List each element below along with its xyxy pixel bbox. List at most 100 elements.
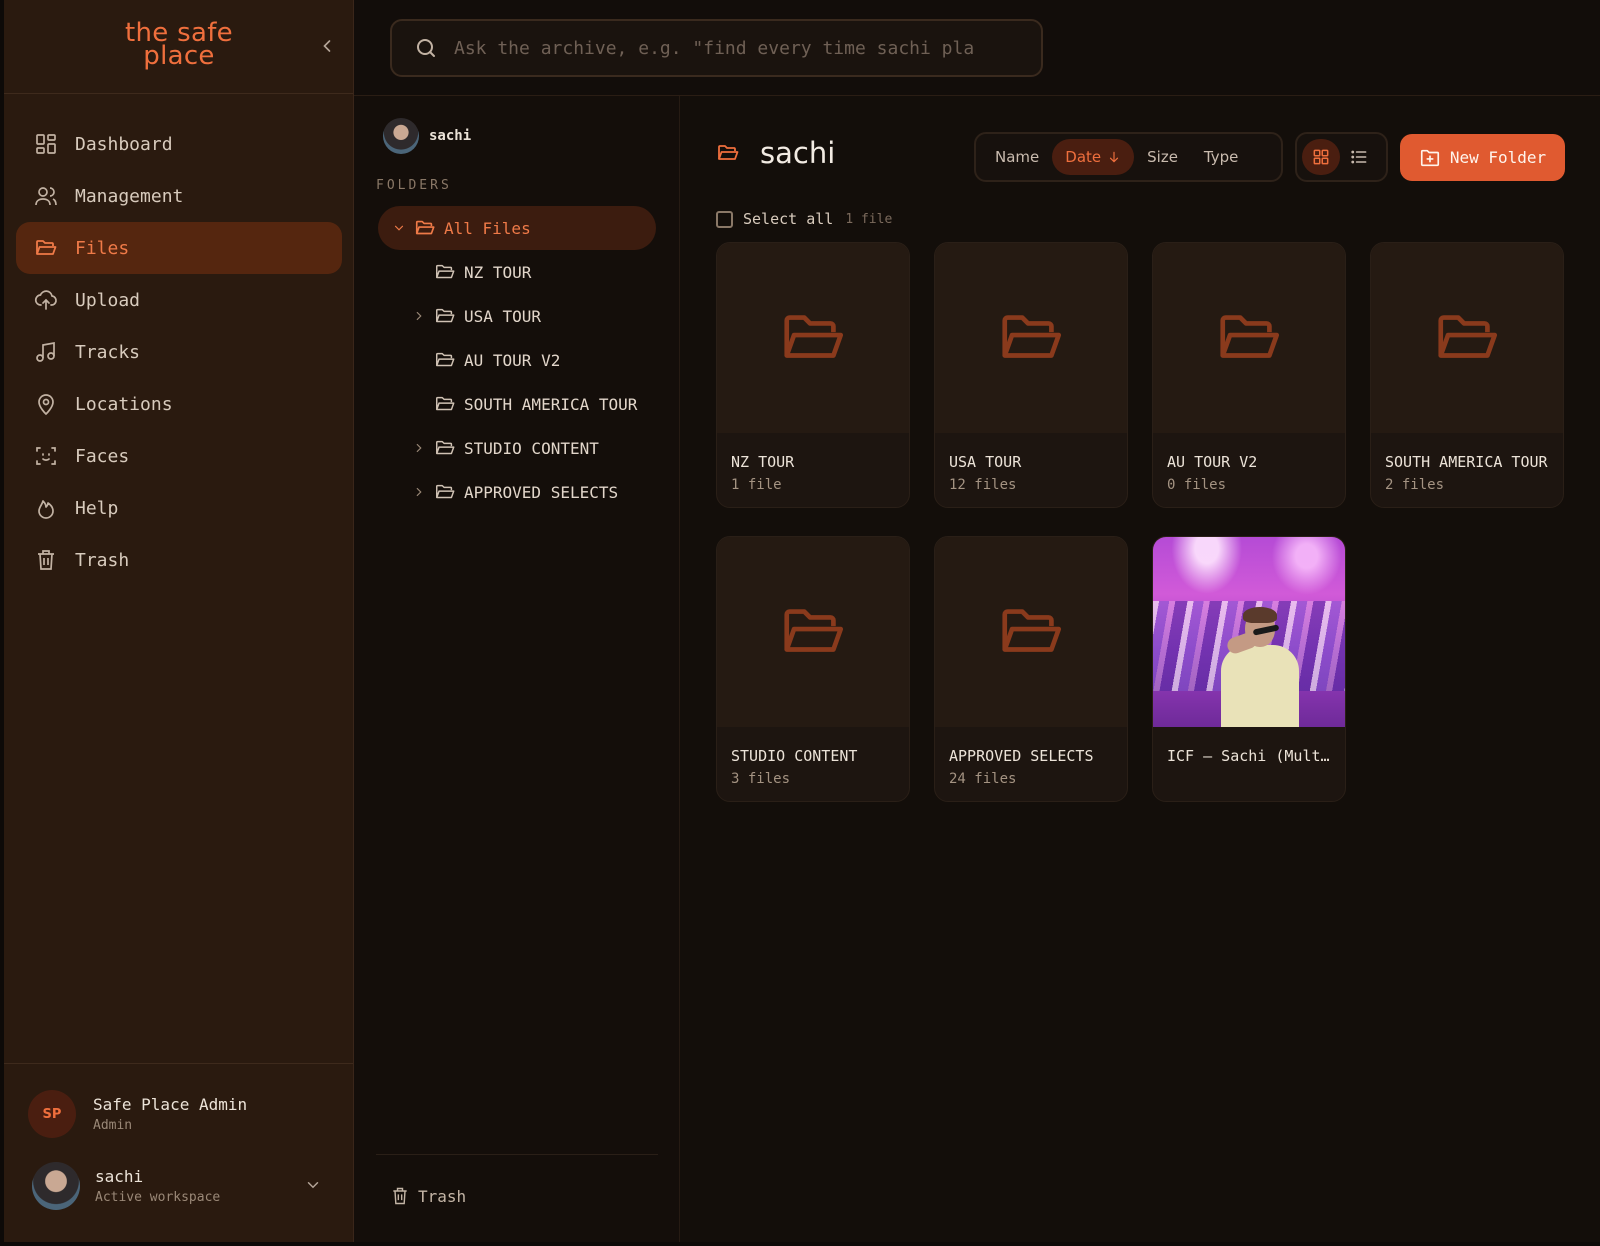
folder-icon — [414, 217, 436, 239]
logo-area: the safe place — [4, 0, 353, 94]
select-all[interactable]: Select all 1 file — [716, 210, 892, 228]
owner-name: sachi — [429, 128, 472, 144]
item-name: NZ TOUR — [731, 453, 795, 471]
nav-item-upload[interactable]: Upload — [16, 274, 342, 326]
tree-item-nz-tour[interactable]: NZ TOUR — [378, 250, 656, 294]
folder-icon — [434, 261, 456, 283]
folder-card[interactable]: USA TOUR 12 files — [934, 242, 1128, 508]
image-card[interactable]: ICF – Sachi (Mult… — [1152, 536, 1346, 802]
folder-owner[interactable]: sachi — [383, 118, 471, 154]
nav-label: Upload — [75, 289, 141, 311]
sort-by-type-button[interactable]: Type — [1191, 139, 1251, 175]
folder-tree-panel: sachi FOLDERS All Files NZ TOUR USA TOUR… — [354, 96, 680, 1242]
chevron-right-icon[interactable] — [412, 485, 426, 499]
tree-item-all-files[interactable]: All Files — [378, 206, 656, 250]
new-folder-label: New Folder — [1449, 148, 1547, 167]
select-all-label: Select all — [743, 210, 834, 228]
item-name: SOUTH AMERICA TOUR — [1385, 453, 1548, 471]
workspace-subtitle: Active workspace — [95, 1190, 221, 1205]
item-count: 2 files — [1385, 477, 1445, 493]
tree-item-south-america-tour[interactable]: SOUTH AMERICA TOUR — [378, 382, 656, 426]
tree-item-label: STUDIO CONTENT — [464, 438, 599, 458]
cloud-upload-icon — [34, 288, 58, 312]
nav-label: Locations — [75, 393, 173, 415]
folder-card[interactable]: APPROVED SELECTS 24 files — [934, 536, 1128, 802]
nav-label: Help — [75, 497, 119, 519]
nav-label: Faces — [75, 445, 130, 467]
new-folder-button[interactable]: New Folder — [1400, 134, 1565, 181]
chevron-right-icon[interactable] — [412, 441, 426, 455]
sort-by-name-button[interactable]: Name — [982, 139, 1052, 175]
folder-icon — [1432, 303, 1502, 373]
folder-card[interactable]: AU TOUR V2 0 files — [1152, 242, 1346, 508]
folder-thumbnail — [1371, 243, 1563, 433]
app-logo[interactable]: the safe place — [94, 20, 264, 69]
map-pin-icon — [34, 392, 58, 416]
folder-thumbnail — [935, 537, 1127, 727]
folder-card[interactable]: NZ TOUR 1 file — [716, 242, 910, 508]
user-card[interactable]: SP Safe Place Admin Admin — [28, 1090, 247, 1138]
divider — [376, 1154, 658, 1155]
dashboard-icon — [34, 132, 58, 156]
sidebar: the safe place Dashboard Management File… — [4, 0, 354, 1242]
list-view-button[interactable] — [1340, 139, 1378, 175]
folder-card[interactable]: STUDIO CONTENT 3 files — [716, 536, 910, 802]
sort-by-date-button[interactable]: Date — [1052, 139, 1135, 175]
chevron-down-icon[interactable] — [392, 221, 406, 235]
folder-card[interactable]: SOUTH AMERICA TOUR 2 files — [1370, 242, 1564, 508]
folder-tree: All Files NZ TOUR USA TOUR AU TOUR V2 SO… — [378, 206, 656, 514]
tree-item-studio-content[interactable]: STUDIO CONTENT — [378, 426, 656, 470]
avatar: SP — [28, 1090, 76, 1138]
image-thumbnail — [1153, 537, 1345, 727]
nav-item-management[interactable]: Management — [16, 170, 342, 222]
grid-icon — [1311, 147, 1331, 167]
nav-label: Trash — [75, 549, 130, 571]
trash-label: Trash — [418, 1186, 467, 1206]
users-icon — [34, 184, 58, 208]
tree-item-label: NZ TOUR — [464, 262, 532, 282]
page-title: sachi — [760, 136, 836, 170]
tree-item-approved-selects[interactable]: APPROVED SELECTS — [378, 470, 656, 514]
sort-controls: Name Date Size Type — [974, 132, 1283, 182]
nav-item-trash[interactable]: Trash — [16, 534, 342, 586]
nav-item-help[interactable]: Help — [16, 482, 342, 534]
item-name: USA TOUR — [949, 453, 1022, 471]
nav-item-faces[interactable]: Faces — [16, 430, 342, 482]
chevron-right-icon[interactable] — [412, 309, 426, 323]
tree-item-label: SOUTH AMERICA TOUR — [464, 394, 638, 414]
folder-thumbnail — [717, 243, 909, 433]
file-browser: sachi Name Date Size Type New Folder Sel… — [680, 96, 1600, 1242]
search-input[interactable] — [454, 37, 994, 59]
folder-icon — [778, 303, 848, 373]
item-count: 12 files — [949, 477, 1017, 493]
search-box[interactable] — [390, 19, 1043, 77]
grid-view-button[interactable] — [1302, 139, 1340, 175]
tree-item-usa-tour[interactable]: USA TOUR — [378, 294, 656, 338]
tree-item-label: APPROVED SELECTS — [464, 482, 619, 502]
tree-item-label: AU TOUR V2 — [464, 350, 561, 370]
workspace-avatar — [32, 1162, 80, 1210]
trash-icon — [390, 1186, 410, 1206]
nav-item-dashboard[interactable]: Dashboard — [16, 118, 342, 170]
main-nav: Dashboard Management Files Upload Tracks… — [16, 118, 342, 586]
select-all-checkbox[interactable] — [716, 210, 733, 228]
music-note-icon — [34, 340, 58, 364]
tree-item-au-tour-v2[interactable]: AU TOUR V2 — [378, 338, 656, 382]
chevron-down-icon[interactable] — [304, 1176, 322, 1194]
tree-item-label: USA TOUR — [464, 306, 542, 326]
sort-label: Type — [1203, 148, 1239, 166]
nav-label: Tracks — [75, 341, 141, 363]
user-name: Safe Place Admin — [93, 1095, 248, 1114]
item-name: ICF – Sachi (Mult… — [1167, 747, 1330, 765]
workspace-switcher[interactable]: sachi Active workspace — [32, 1162, 332, 1210]
nav-item-files[interactable]: Files — [16, 222, 342, 274]
folders-trash-link[interactable]: Trash — [390, 1186, 466, 1206]
avatar — [383, 118, 419, 154]
nav-item-tracks[interactable]: Tracks — [16, 326, 342, 378]
nav-item-locations[interactable]: Locations — [16, 378, 342, 430]
sort-by-size-button[interactable]: Size — [1134, 139, 1191, 175]
item-count: 0 files — [1167, 477, 1227, 493]
folder-icon — [1214, 303, 1284, 373]
sort-label: Size — [1147, 148, 1178, 166]
collapse-sidebar-icon[interactable] — [317, 36, 337, 56]
